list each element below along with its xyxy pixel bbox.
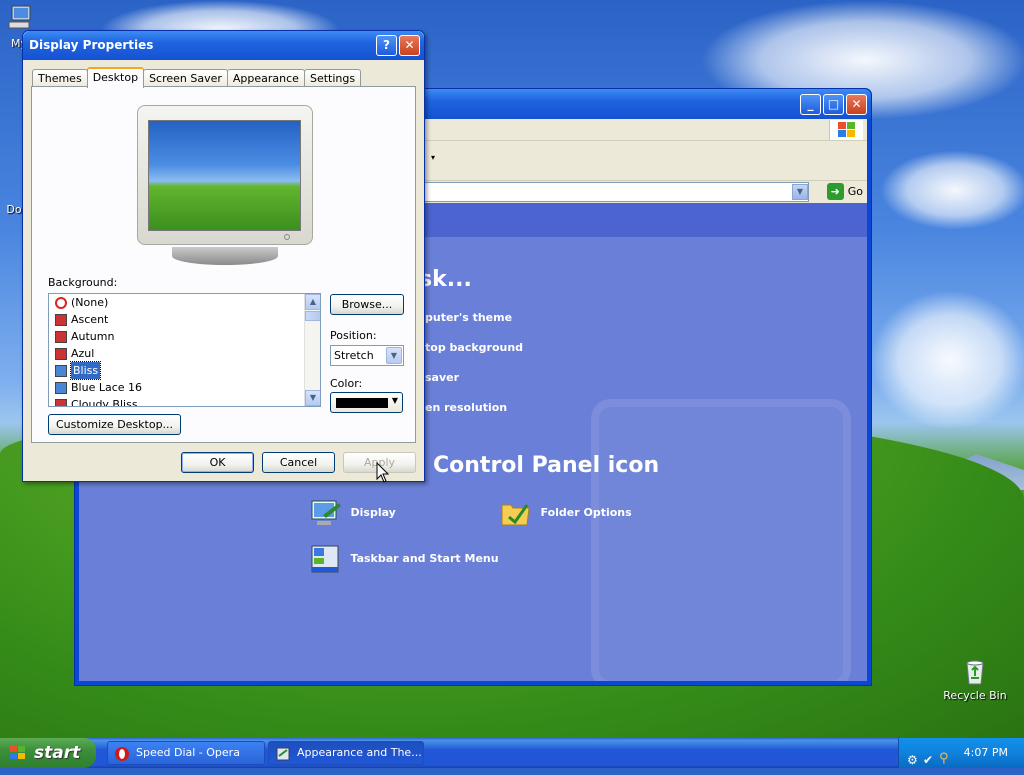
cp-icon-display[interactable]: Display bbox=[309, 497, 396, 529]
taskbar: start Speed Dial - Opera Appearance and … bbox=[0, 738, 1024, 768]
search-icon[interactable]: ⚲ bbox=[939, 744, 949, 774]
desktop-icon-label: Do bbox=[6, 203, 22, 216]
mouse-cursor-icon bbox=[376, 462, 390, 483]
task-link-screensaver[interactable]: saver bbox=[425, 371, 459, 384]
image-file-icon bbox=[55, 313, 67, 326]
desktop-icon-recycle-bin[interactable]: Recycle Bin bbox=[940, 656, 1010, 702]
tab-desktop[interactable]: Desktop bbox=[86, 67, 145, 88]
list-item-label: Autumn bbox=[71, 330, 115, 343]
task-heading: sk... bbox=[419, 267, 472, 292]
address-dropdown-button[interactable]: ▼ bbox=[792, 184, 808, 200]
go-label: Go bbox=[847, 185, 863, 198]
start-button[interactable]: start bbox=[0, 738, 96, 768]
task-link-theme[interactable]: puter's theme bbox=[425, 311, 512, 324]
image-file-icon bbox=[55, 347, 67, 360]
maximize-button[interactable]: □ bbox=[823, 94, 844, 115]
desktop-icon-label: Recycle Bin bbox=[943, 689, 1007, 702]
windows-flag-icon bbox=[10, 746, 25, 759]
chevron-down-icon: ▼ bbox=[391, 396, 398, 405]
power-light-icon bbox=[284, 234, 290, 240]
taskbar-item-label: Speed Dial - Opera bbox=[136, 746, 240, 759]
color-swatch bbox=[336, 398, 388, 408]
go-button[interactable]: ➜ Go bbox=[826, 183, 863, 200]
help-button[interactable]: ? bbox=[376, 35, 397, 56]
browse-button[interactable]: Browse... bbox=[330, 294, 404, 315]
toolbar-dropdown-icon[interactable]: ▾ bbox=[431, 153, 435, 162]
image-file-icon bbox=[55, 330, 67, 343]
taskbar-item-opera[interactable]: Speed Dial - Opera bbox=[107, 741, 265, 765]
go-arrow-icon: ➜ bbox=[826, 183, 844, 200]
color-label: Color: bbox=[330, 377, 363, 390]
folder-icon bbox=[501, 504, 530, 526]
cloud bbox=[880, 150, 1024, 230]
tab-strip: Themes Desktop Screen Saver Appearance S… bbox=[32, 67, 362, 88]
list-item-label: Ascent bbox=[71, 313, 109, 326]
cp-icon-taskbar[interactable]: Taskbar and Start Menu bbox=[309, 543, 499, 575]
minimize-button[interactable]: _ bbox=[800, 94, 821, 115]
taskbar-item-label: Appearance and The... bbox=[297, 746, 422, 759]
chevron-down-icon[interactable]: ▼ bbox=[386, 347, 402, 364]
cp-icon-label: Folder Options bbox=[540, 506, 632, 519]
start-label: start bbox=[34, 743, 81, 763]
list-item-label: Cloudy Bliss bbox=[71, 398, 138, 407]
cancel-button[interactable]: Cancel bbox=[262, 452, 335, 473]
list-item[interactable]: Cloudy Bliss bbox=[49, 396, 320, 407]
scroll-down-icon[interactable]: ▼ bbox=[305, 390, 320, 406]
system-tray: ⚙ ✔ ⚲ 4:07 PM bbox=[898, 738, 1024, 768]
monitor-preview bbox=[137, 105, 313, 245]
image-file-icon bbox=[55, 381, 67, 394]
monitor-stand bbox=[172, 247, 278, 265]
desktop-icon-my-documents[interactable]: Do bbox=[4, 203, 24, 216]
list-item-label: Azul bbox=[71, 347, 95, 360]
none-icon bbox=[55, 296, 67, 309]
security-icon[interactable]: ✔ bbox=[923, 745, 933, 775]
image-file-icon bbox=[55, 398, 67, 406]
list-item-label: (None) bbox=[71, 296, 109, 309]
clock[interactable]: 4:07 PM bbox=[964, 738, 1008, 768]
task-link-resolution[interactable]: en resolution bbox=[425, 401, 507, 414]
taskbar-item-appearance[interactable]: Appearance and The... bbox=[268, 741, 424, 765]
position-value: Stretch bbox=[334, 349, 374, 362]
icon-heading: Control Panel icon bbox=[433, 453, 660, 478]
display-icon bbox=[311, 500, 341, 525]
list-item[interactable]: Azul bbox=[49, 345, 320, 362]
recycle-bin-icon bbox=[966, 660, 984, 685]
ok-button[interactable]: OK bbox=[181, 452, 254, 473]
customize-desktop-button[interactable]: Customize Desktop... bbox=[48, 414, 181, 435]
image-file-icon bbox=[55, 364, 67, 377]
background-listbox[interactable]: (None) Ascent Autumn Azul Bliss Blue Lac… bbox=[48, 293, 321, 407]
desktop-tab-panel: Background: (None) Ascent Autumn Azul Bl… bbox=[31, 86, 416, 443]
network-icon[interactable]: ⚙ bbox=[907, 745, 918, 775]
position-label: Position: bbox=[330, 329, 377, 342]
list-item-label: Bliss bbox=[69, 361, 102, 380]
wallpaper-preview bbox=[148, 120, 301, 231]
cloud bbox=[870, 290, 1024, 430]
taskbar-icon bbox=[311, 545, 339, 573]
control-panel-icon bbox=[276, 747, 290, 761]
close-button[interactable]: ✕ bbox=[846, 94, 867, 115]
list-item[interactable]: Blue Lace 16 bbox=[49, 379, 320, 396]
cp-icon-label: Taskbar and Start Menu bbox=[350, 552, 499, 565]
cp-icon-folder-options[interactable]: Folder Options bbox=[499, 497, 632, 529]
list-item-selected[interactable]: Bliss bbox=[49, 361, 320, 380]
list-item[interactable]: Autumn bbox=[49, 328, 320, 345]
opera-icon bbox=[115, 747, 129, 761]
dialog-close-button[interactable]: ✕ bbox=[399, 35, 420, 56]
scroll-up-icon[interactable]: ▲ bbox=[305, 294, 320, 310]
position-select[interactable]: Stretch ▼ bbox=[330, 345, 404, 366]
list-item[interactable]: Ascent bbox=[49, 311, 320, 328]
list-item-label: Blue Lace 16 bbox=[71, 381, 143, 394]
background-label: Background: bbox=[48, 276, 118, 289]
list-item[interactable]: (None) bbox=[49, 294, 320, 311]
dialog-title: Display Properties bbox=[29, 38, 154, 52]
task-link-background[interactable]: top background bbox=[425, 341, 523, 354]
listbox-scrollbar[interactable]: ▲ ▼ bbox=[304, 294, 320, 406]
scroll-thumb[interactable] bbox=[305, 311, 320, 321]
cp-icon-label: Display bbox=[350, 506, 396, 519]
windows-logo-icon bbox=[829, 120, 863, 140]
color-picker-button[interactable]: ▼ bbox=[330, 392, 403, 413]
watermark-icon bbox=[591, 399, 851, 681]
display-properties-dialog: Display Properties ? ✕ Themes Desktop Sc… bbox=[22, 30, 425, 482]
dialog-titlebar[interactable]: Display Properties ? ✕ bbox=[23, 31, 424, 60]
